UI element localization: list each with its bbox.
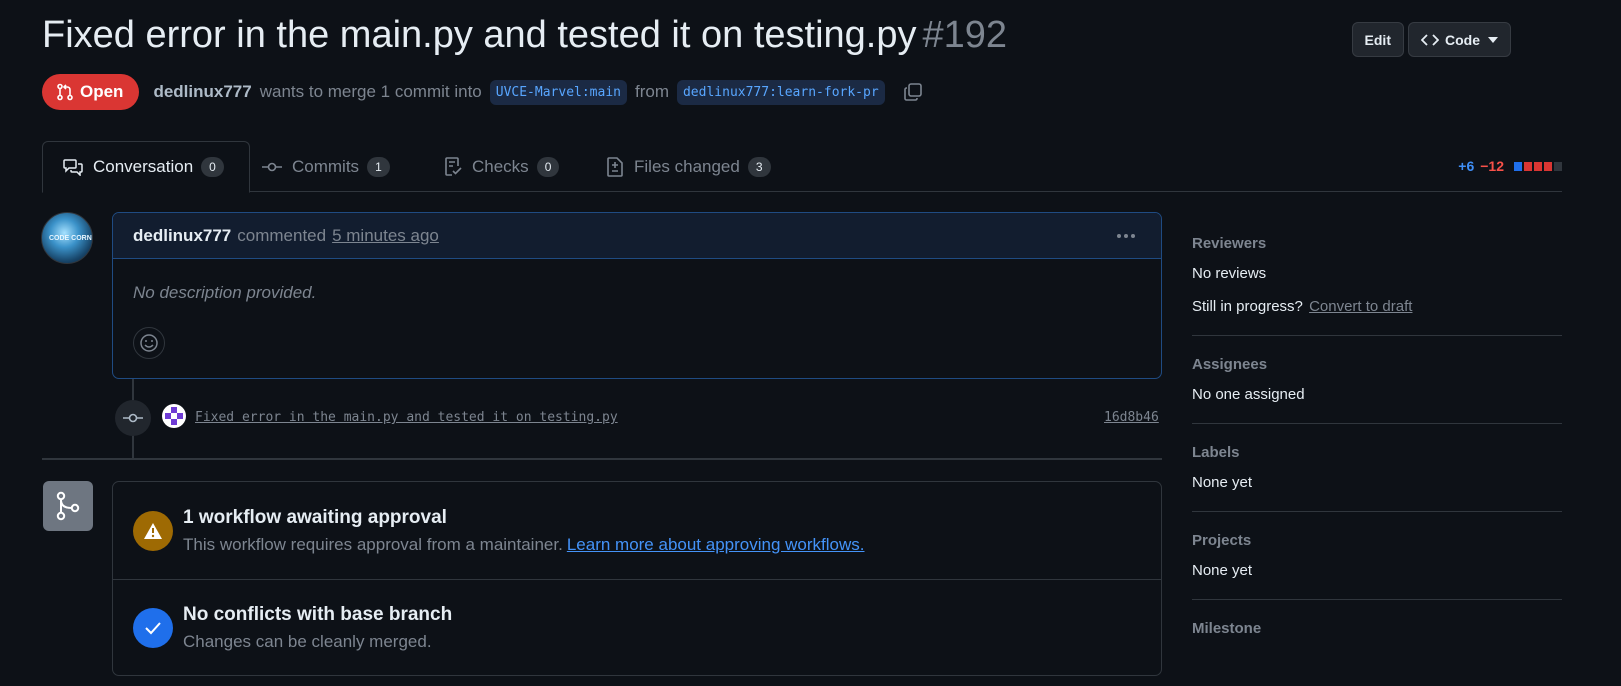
workflow-title: 1 workflow awaiting approval — [183, 506, 447, 528]
deletions-count: −12 — [1480, 158, 1504, 174]
conflicts-description: Changes can be cleanly merged. — [183, 632, 432, 651]
labels-value: None yet — [1192, 474, 1253, 491]
smiley-icon — [140, 334, 158, 352]
comment-header: dedlinux777 commented 5 minutes ago — [113, 213, 1161, 259]
status-badge: Open — [42, 74, 140, 110]
edit-label: Edit — [1364, 31, 1391, 48]
assignees-value: No one assigned — [1192, 386, 1305, 403]
header-actions: Edit Code — [1351, 22, 1511, 57]
sidebar-projects: Projects None yet — [1192, 512, 1562, 600]
comment-body: No description provided. — [133, 283, 317, 302]
tab-label: Checks — [472, 156, 529, 176]
workflow-desc-text: This workflow requires approval from a m… — [183, 534, 563, 554]
projects-heading[interactable]: Projects — [1192, 532, 1562, 549]
copy-icon[interactable] — [903, 82, 923, 102]
workflow-description: This workflow requires approval from a m… — [183, 535, 865, 555]
learn-more-link[interactable]: Learn more about approving workflows. — [567, 535, 865, 554]
reviewers-heading[interactable]: Reviewers — [1192, 235, 1562, 252]
tab-conversation[interactable]: Conversation 0 — [42, 141, 250, 193]
git-commit-icon — [115, 400, 151, 436]
avatar-text: CODE CORN — [49, 235, 92, 242]
comment-author[interactable]: dedlinux777 — [133, 226, 231, 246]
pr-title-text: Fixed error in the main.py and tested it… — [42, 14, 917, 56]
merge-status-box: 1 workflow awaiting approval This workfl… — [112, 481, 1162, 676]
conflicts-title: No conflicts with base branch — [183, 604, 453, 625]
tab-counter: 0 — [536, 156, 560, 177]
commit-message[interactable]: Fixed error in the main.py and tested it… — [195, 410, 618, 425]
check-icon — [133, 608, 173, 648]
comment-action: commented — [237, 225, 327, 245]
add-reaction-button[interactable] — [133, 327, 165, 359]
tab-label: Conversation — [93, 157, 194, 176]
workflow-approval-row: 1 workflow awaiting approval This workfl… — [113, 482, 1161, 579]
status-label: Open — [80, 82, 124, 101]
tab-label: Commits — [292, 156, 360, 176]
comment-timestamp[interactable]: 5 minutes ago — [332, 226, 439, 246]
merge-text: wants to merge 1 commit into — [259, 82, 482, 101]
tab-files-changed[interactable]: Files changed 3 — [606, 141, 771, 192]
commit-sha[interactable]: 16d8b46 — [1104, 410, 1159, 425]
sidebar-assignees: Assignees No one assigned — [1192, 336, 1562, 424]
pr-number: #192 — [922, 14, 1008, 56]
labels-heading[interactable]: Labels — [1192, 444, 1562, 461]
base-branch[interactable]: UVCE-Marvel:main — [489, 79, 627, 105]
diffstat-blocks — [1514, 161, 1562, 171]
tab-label: Files changed — [634, 156, 740, 176]
tab-counter: 0 — [201, 157, 224, 177]
pr-meta: Open dedlinux777 wants to merge 1 commit… — [42, 74, 923, 110]
avatar[interactable]: CODE CORN — [41, 212, 93, 264]
comment-box: dedlinux777 commented 5 minutes ago No d… — [112, 212, 1162, 379]
sidebar-labels: Labels None yet — [1192, 424, 1562, 512]
head-branch[interactable]: dedlinux777:learn-fork-pr — [676, 79, 885, 105]
additions-count: +6 — [1458, 158, 1475, 174]
reviewers-value: No reviews — [1192, 265, 1267, 282]
git-merge-icon — [43, 481, 93, 531]
projects-value: None yet — [1192, 562, 1253, 579]
diffstat: +6 −12 — [1458, 158, 1562, 174]
alert-icon — [133, 510, 173, 551]
diffstat-block — [1534, 161, 1542, 171]
tab-commits[interactable]: Commits 1 — [262, 141, 390, 192]
tab-checks[interactable]: Checks 0 — [444, 141, 560, 192]
tab-counter: 1 — [367, 156, 390, 177]
code-icon — [1421, 33, 1439, 46]
diffstat-block — [1514, 161, 1522, 171]
pull-request-icon — [57, 83, 73, 101]
edit-button[interactable]: Edit — [1351, 22, 1404, 57]
pr-tabs: Conversation 0 Commits 1 Checks 0 Files … — [42, 141, 1562, 193]
comment-discussion-icon — [63, 159, 83, 176]
diffstat-block — [1524, 161, 1532, 171]
sidebar-milestone: Milestone — [1192, 600, 1562, 670]
diffstat-block — [1554, 161, 1562, 171]
pr-author[interactable]: dedlinux777 — [153, 82, 251, 102]
conflicts-row: No conflicts with base branch Changes ca… — [113, 579, 1161, 676]
milestone-heading[interactable]: Milestone — [1192, 620, 1562, 637]
pr-sidebar: Reviewers No reviews Still in progress? … — [1192, 226, 1562, 670]
file-diff-icon — [607, 156, 623, 177]
git-commit-icon — [262, 162, 282, 171]
code-label: Code — [1445, 31, 1480, 48]
sidebar-reviewers: Reviewers No reviews Still in progress? … — [1192, 226, 1562, 336]
checklist-icon — [445, 156, 462, 176]
progress-text: Still in progress? — [1192, 298, 1303, 315]
tab-counter: 3 — [747, 156, 771, 177]
diffstat-block — [1544, 161, 1552, 171]
kebab-horizontal-icon[interactable] — [1115, 225, 1137, 252]
convert-to-draft-link[interactable]: Convert to draft — [1309, 298, 1412, 315]
assignees-heading[interactable]: Assignees — [1192, 356, 1562, 373]
timeline-divider — [42, 458, 1162, 460]
pr-title: Fixed error in the main.py and tested it… — [42, 14, 1007, 57]
chevron-down-icon — [1488, 36, 1498, 43]
draft-prompt: Still in progress? Convert to draft — [1192, 298, 1562, 315]
from-text: from — [634, 82, 669, 101]
commit-author-avatar[interactable] — [162, 404, 186, 428]
code-button[interactable]: Code — [1408, 22, 1511, 57]
